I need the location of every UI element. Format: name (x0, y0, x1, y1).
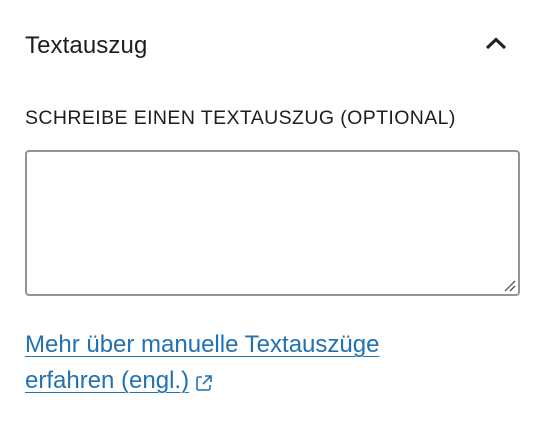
chevron-up-icon[interactable] (478, 26, 514, 62)
learn-more-link-line1: Mehr über manuelle Textauszüge (25, 331, 380, 358)
excerpt-label: SCHREIBE EINEN TEXTAUSZUG (OPTIONAL) (25, 107, 456, 129)
learn-more-link[interactable]: Mehr über manuelle Textauszüge erfahren … (25, 327, 495, 399)
external-link-icon (193, 369, 215, 391)
excerpt-textarea[interactable] (25, 150, 520, 296)
excerpt-panel-header[interactable]: Textauszug (0, 0, 542, 92)
learn-more-link-line2: erfahren (engl.) (25, 367, 190, 394)
panel-title: Textauszug (25, 32, 148, 59)
excerpt-panel: Textauszug SCHREIBE EINEN TEXTAUSZUG (OP… (0, 0, 542, 430)
resize-handle-icon[interactable] (502, 278, 516, 292)
